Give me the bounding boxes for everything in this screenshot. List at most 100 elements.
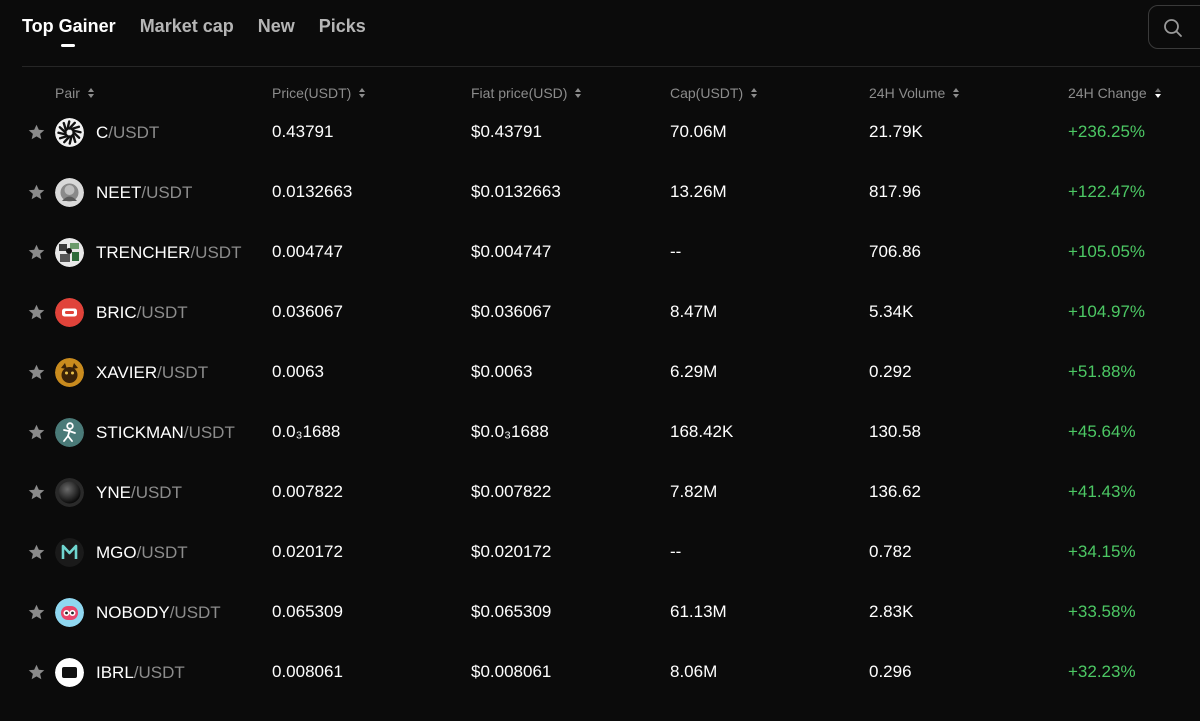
column-header-pair[interactable]: Pair [55, 85, 94, 101]
pair-name[interactable]: YNE/USDT [96, 483, 182, 503]
favorite-star-icon[interactable] [27, 543, 46, 562]
pair-quote: /USDT [169, 603, 221, 622]
cap-cell: 7.82M [670, 482, 718, 501]
price-cell: 0.004747 [272, 242, 343, 261]
table-row[interactable]: BRIC/USDT 0.036067 $0.036067 8.47M 5.34K… [0, 298, 1200, 361]
pair-name[interactable]: IBRL/USDT [96, 663, 185, 683]
favorite-star-icon[interactable] [27, 123, 46, 142]
column-label: 24H Change [1068, 85, 1147, 101]
pair-base: NOBODY [96, 603, 170, 622]
yne-coin-icon [55, 478, 84, 507]
pair-name[interactable]: BRIC/USDT [96, 303, 188, 323]
table-row[interactable]: XAVIER/USDT 0.0063 $0.0063 6.29M 0.292 +… [0, 358, 1200, 421]
table-row[interactable]: TRENCHER/USDT 0.004747 $0.004747 -- 706.… [0, 238, 1200, 301]
favorite-star-icon[interactable] [27, 483, 46, 502]
favorite-star-icon[interactable] [27, 663, 46, 682]
cap-cell: 8.06M [670, 662, 718, 681]
column-header-change[interactable]: 24H Change [1068, 85, 1161, 101]
sort-icon [953, 88, 960, 98]
c-coin-icon [55, 118, 84, 147]
pair-quote: /USDT [136, 303, 188, 322]
pair-name[interactable]: TRENCHER/USDT [96, 243, 241, 263]
cap-cell: 8.47M [670, 302, 718, 321]
favorite-star-icon[interactable] [27, 183, 46, 202]
price-cell: 0.065309 [272, 602, 343, 621]
table-row[interactable]: YNE/USDT 0.007822 $0.007822 7.82M 136.62… [0, 478, 1200, 541]
volume-cell: 706.86 [869, 242, 921, 261]
search-button[interactable] [1148, 5, 1200, 49]
price-cell: 0.43791 [272, 122, 334, 141]
fiat-price-cell: $0.020172 [471, 542, 552, 561]
pair-name[interactable]: XAVIER/USDT [96, 363, 208, 383]
fiat-price-cell: $0.036067 [471, 302, 552, 321]
table-header: Pair Price(USDT) Fiat price(USD) Cap(USD… [0, 67, 1200, 121]
tab-top-gainer[interactable]: Top Gainer [22, 0, 116, 47]
change-cell: +32.23% [1068, 662, 1136, 681]
column-header-cap[interactable]: Cap(USDT) [670, 85, 758, 101]
change-cell: +45.64% [1068, 422, 1136, 441]
favorite-star-icon[interactable] [27, 243, 46, 262]
price-cell: 0.007822 [272, 482, 343, 501]
sort-descending-icon [1154, 88, 1161, 98]
pair-base: C [96, 123, 109, 142]
change-cell: +34.15% [1068, 542, 1136, 561]
table-row[interactable]: NEET/USDT 0.0132663 $0.0132663 13.26M 81… [0, 178, 1200, 241]
change-cell: +41.43% [1068, 482, 1136, 501]
trencher-coin-icon [55, 238, 84, 267]
pair-base: STICKMAN [96, 423, 184, 442]
table-row[interactable]: MGO/USDT 0.020172 $0.020172 -- 0.782 +34… [0, 538, 1200, 601]
change-cell: +105.05% [1068, 242, 1146, 261]
fiat-price-cell: $0.008061 [471, 662, 552, 681]
cap-cell: -- [670, 242, 682, 261]
volume-cell: 2.83K [869, 602, 914, 621]
pair-base: BRIC [96, 303, 137, 322]
market-table: Pair Price(USDT) Fiat price(USD) Cap(USD… [0, 67, 1200, 721]
pair-name[interactable]: NOBODY/USDT [96, 603, 221, 623]
favorite-star-icon[interactable] [27, 603, 46, 622]
nobody-coin-icon [55, 598, 84, 627]
sort-icon [359, 88, 366, 98]
bric-coin-icon [55, 298, 84, 327]
table-row[interactable]: STICKMAN/USDT 0.0₃1688 $0.0₃1688 168.42K… [0, 418, 1200, 481]
table-row[interactable]: IBRL/USDT 0.008061 $0.008061 8.06M 0.296… [0, 658, 1200, 721]
fiat-price-cell: $0.065309 [471, 602, 552, 621]
pair-base: NEET [96, 183, 142, 202]
pair-name[interactable]: NEET/USDT [96, 183, 192, 203]
tab-picks[interactable]: Picks [319, 0, 366, 37]
volume-cell: 0.292 [869, 362, 912, 381]
pair-quote: /USDT [183, 423, 235, 442]
price-cell: 0.020172 [272, 542, 343, 561]
market-tabs: Top Gainer Market cap New Picks [22, 0, 390, 66]
column-header-volume[interactable]: 24H Volume [869, 85, 960, 101]
column-label: Fiat price(USD) [471, 85, 568, 101]
fiat-price-cell: $0.43791 [471, 122, 542, 141]
volume-cell: 0.296 [869, 662, 912, 681]
pair-quote: /USDT [190, 243, 242, 262]
volume-cell: 5.34K [869, 302, 914, 321]
column-header-fiat-price[interactable]: Fiat price(USD) [471, 85, 582, 101]
pair-name[interactable]: C/USDT [96, 123, 159, 143]
change-cell: +236.25% [1068, 122, 1146, 141]
tab-market-cap[interactable]: Market cap [140, 0, 234, 37]
pair-name[interactable]: MGO/USDT [96, 543, 188, 563]
stickman-coin-icon [55, 418, 84, 447]
favorite-star-icon[interactable] [27, 423, 46, 442]
price-cell: 0.008061 [272, 662, 343, 681]
fiat-price-cell: $0.004747 [471, 242, 552, 261]
favorite-star-icon[interactable] [27, 363, 46, 382]
table-row[interactable]: C/USDT 0.43791 $0.43791 70.06M 21.79K +2… [0, 118, 1200, 181]
cap-cell: 13.26M [670, 182, 727, 201]
neet-coin-icon [55, 178, 84, 207]
tab-new[interactable]: New [258, 0, 295, 37]
favorite-star-icon[interactable] [27, 303, 46, 322]
pair-base: MGO [96, 543, 137, 562]
table-row[interactable]: NOBODY/USDT 0.065309 $0.065309 61.13M 2.… [0, 598, 1200, 661]
sort-icon [575, 88, 582, 98]
pair-name[interactable]: STICKMAN/USDT [96, 423, 235, 443]
sort-icon [87, 88, 94, 98]
price-cell: 0.036067 [272, 302, 343, 321]
pair-base: IBRL [96, 663, 134, 682]
column-label: Price(USDT) [272, 85, 352, 101]
pair-quote: /USDT [133, 663, 185, 682]
column-header-price[interactable]: Price(USDT) [272, 85, 366, 101]
